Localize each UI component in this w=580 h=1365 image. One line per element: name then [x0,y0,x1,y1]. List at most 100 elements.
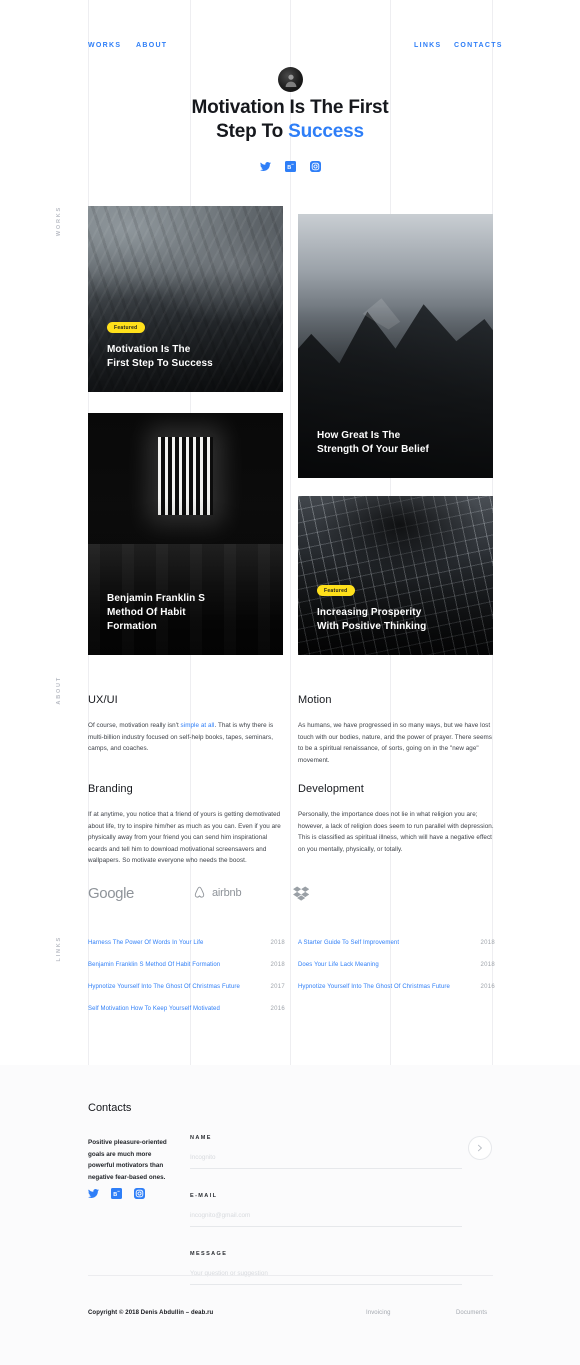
hero-section: Motivation Is The First Step To Success … [0,96,580,172]
link-title: Hypnotize Yourself Into The Ghost Of Chr… [298,984,450,990]
email-field-group: E-MAIL [190,1193,462,1227]
link-year: 2018 [270,940,285,946]
links-list-left: Harness The Power Of Words In Your Life … [88,940,285,1028]
footer-link-documents[interactable]: Documents [456,1310,487,1316]
about-body-link[interactable]: simple at all [181,722,215,729]
contacts-note: Positive pleasure-oriented goals are muc… [88,1139,167,1181]
list-item[interactable]: Self Motivation How To Keep Yourself Mot… [88,1006,285,1028]
hero-social-links: B [0,161,580,172]
about-body-uxui: Of course, motivation really isn't simpl… [88,720,285,755]
work-card-3[interactable]: Benjamin Franklin S Method Of Habit Form… [88,413,283,655]
work-card-2-meta: How Great Is The Strength Of Your Belief [317,429,477,457]
work-card-4-title: Increasing Prosperity With Positive Thin… [317,606,477,634]
instagram-icon[interactable] [134,1188,145,1199]
footer-divider [88,1275,493,1276]
about-block-uxui: UX/UI Of course, motivation really isn't… [88,694,285,755]
work-card-1[interactable]: Featured Motivation Is The First Step To… [88,206,283,392]
list-item[interactable]: Hypnotize Yourself Into The Ghost Of Chr… [88,984,285,1006]
airbnb-mark-icon [194,886,205,898]
about-heading-development: Development [298,783,364,795]
nav-item-about[interactable]: ABOUT [136,42,167,49]
name-field-group: NAME [190,1135,462,1169]
link-year: 2016 [270,1006,285,1012]
work-card-4-meta: Featured Increasing Prosperity With Posi… [317,579,477,635]
link-title: Harness The Power Of Words In Your Life [88,940,204,946]
contact-form: NAME E-MAIL MESSAGE [190,1135,462,1309]
copyright-text: Copyright © 2018 Denis Abdullin – deab.r… [88,1310,214,1316]
work-card-2-title-line2: Strength Of Your Belief [317,444,429,455]
twitter-icon[interactable] [259,161,271,172]
top-navigation: WORKS ABOUT LINKS CONTACTS [0,34,580,92]
nav-item-links[interactable]: LINKS [414,42,442,49]
svg-text:B: B [113,1192,117,1198]
about-heading-branding: Branding [88,783,133,795]
link-title: Benjamin Franklin S Method Of Habit Form… [88,962,221,968]
work-card-1-title-line1: Motivation Is The [107,344,191,355]
google-logo: Google [88,884,134,902]
link-year: 2018 [480,962,495,968]
contacts-social-links: B [88,1188,145,1199]
link-year: 2016 [480,984,495,990]
about-body-uxui-pre: Of course, motivation really isn't [88,722,181,729]
work-card-3-title-line2: Method Of Habit [107,607,186,618]
airbnb-logo-label: airbnb [212,887,242,899]
behance-icon[interactable]: B [284,161,296,172]
avatar-logo-icon[interactable] [278,67,303,92]
list-item[interactable]: Harness The Power Of Words In Your Life … [88,940,285,962]
email-input[interactable] [190,1212,462,1227]
work-card-2-title: How Great Is The Strength Of Your Belief [317,429,477,457]
nav-item-works[interactable]: WORKS [88,42,121,49]
list-item[interactable]: A Starter Guide To Self Improvement 2018 [298,940,495,962]
work-card-2-title-line1: How Great Is The [317,430,401,441]
link-title: Hypnotize Yourself Into The Ghost Of Chr… [88,984,240,990]
nav-item-contacts[interactable]: CONTACTS [454,42,503,49]
work-card-4-title-line1: Increasing Prosperity [317,607,422,618]
hero-title-line2: Step To [216,121,289,142]
svg-text:B: B [287,165,291,171]
links-list-right: A Starter Guide To Self Improvement 2018… [298,940,495,1006]
send-button[interactable] [468,1136,492,1160]
work-card-3-title-line3: Formation [107,621,157,632]
client-logos: Google airbnb [88,874,493,912]
work-card-2[interactable]: How Great Is The Strength Of Your Belief [298,214,493,478]
behance-icon[interactable]: B [111,1188,122,1199]
about-block-branding: Branding If at anytime, you notice that … [88,783,285,867]
instagram-icon[interactable] [309,161,321,172]
about-heading-uxui: UX/UI [88,694,118,706]
work-card-1-meta: Featured Motivation Is The First Step To… [107,316,267,372]
about-body-development: Personally, the importance does not lie … [298,811,494,853]
hero-title-accent: Success [288,121,364,142]
about-heading-motion: Motion [298,694,332,706]
link-title: Does Your Life Lack Meaning [298,962,379,968]
footer-link-invoicing[interactable]: Invoicing [366,1310,391,1316]
dropbox-logo [293,874,309,912]
status-badge: Featured [107,321,145,333]
dropbox-mark-icon [293,886,309,901]
work-card-3-meta: Benjamin Franklin S Method Of Habit Form… [107,592,267,634]
twitter-icon[interactable] [88,1188,99,1199]
link-title: A Starter Guide To Self Improvement [298,940,400,946]
email-field-label: E-MAIL [190,1193,218,1199]
work-card-4[interactable]: Featured Increasing Prosperity With Posi… [298,496,493,655]
work-card-3-title-line1: Benjamin Franklin S [107,593,206,604]
page-title: Motivation Is The First Step To Success [0,96,580,144]
name-input[interactable] [190,1154,462,1169]
link-year: 2018 [270,962,285,968]
name-field-label: NAME [190,1135,212,1141]
list-item[interactable]: Does Your Life Lack Meaning 2018 [298,962,495,984]
hero-title-line1: Motivation Is The First [191,97,389,118]
about-block-development: Development Personally, the importance d… [298,783,495,855]
work-card-4-title-line2: With Positive Thinking [317,621,427,632]
portfolio-page: WORKS ABOUT LINKS CONTACTS Motivation Is… [0,0,580,1365]
work-card-1-title-line2: First Step To Success [107,358,213,369]
link-year: 2017 [270,984,285,990]
message-input[interactable] [190,1270,462,1285]
footer: Copyright © 2018 Denis Abdullin – deab.r… [0,1300,580,1340]
work-card-1-title: Motivation Is The First Step To Success [107,343,267,371]
list-item[interactable]: Hypnotize Yourself Into The Ghost Of Chr… [298,984,495,1006]
link-year: 2018 [480,940,495,946]
send-arrow-icon [477,1144,482,1152]
message-field-group: MESSAGE [190,1251,462,1285]
section-label-about: ABOUT [56,676,62,705]
list-item[interactable]: Benjamin Franklin S Method Of Habit Form… [88,962,285,984]
